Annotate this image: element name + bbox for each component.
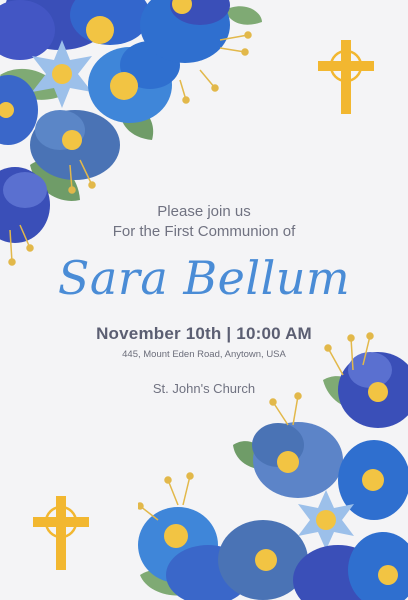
invitation-card: Please join us For the First Communion o…	[0, 0, 408, 600]
date-time: November 10th | 10:00 AM	[96, 324, 312, 343]
venue: St. John's Church	[152, 381, 256, 396]
invite-line-1: Please join us	[157, 203, 251, 220]
invite-line-2: For the First Communion of	[112, 223, 296, 240]
flower-bottom-icon	[138, 507, 408, 600]
flower-mid-right-icon	[252, 422, 343, 498]
flower-teal-icon	[30, 110, 120, 180]
gold-cross-icon	[33, 496, 89, 570]
gold-cross-icon	[318, 40, 374, 114]
address: 445, Mount Eden Road, Anytown, USA	[122, 349, 286, 360]
honoree-name: Sara Bellum	[57, 251, 351, 305]
floral-bottom-right	[138, 332, 408, 600]
